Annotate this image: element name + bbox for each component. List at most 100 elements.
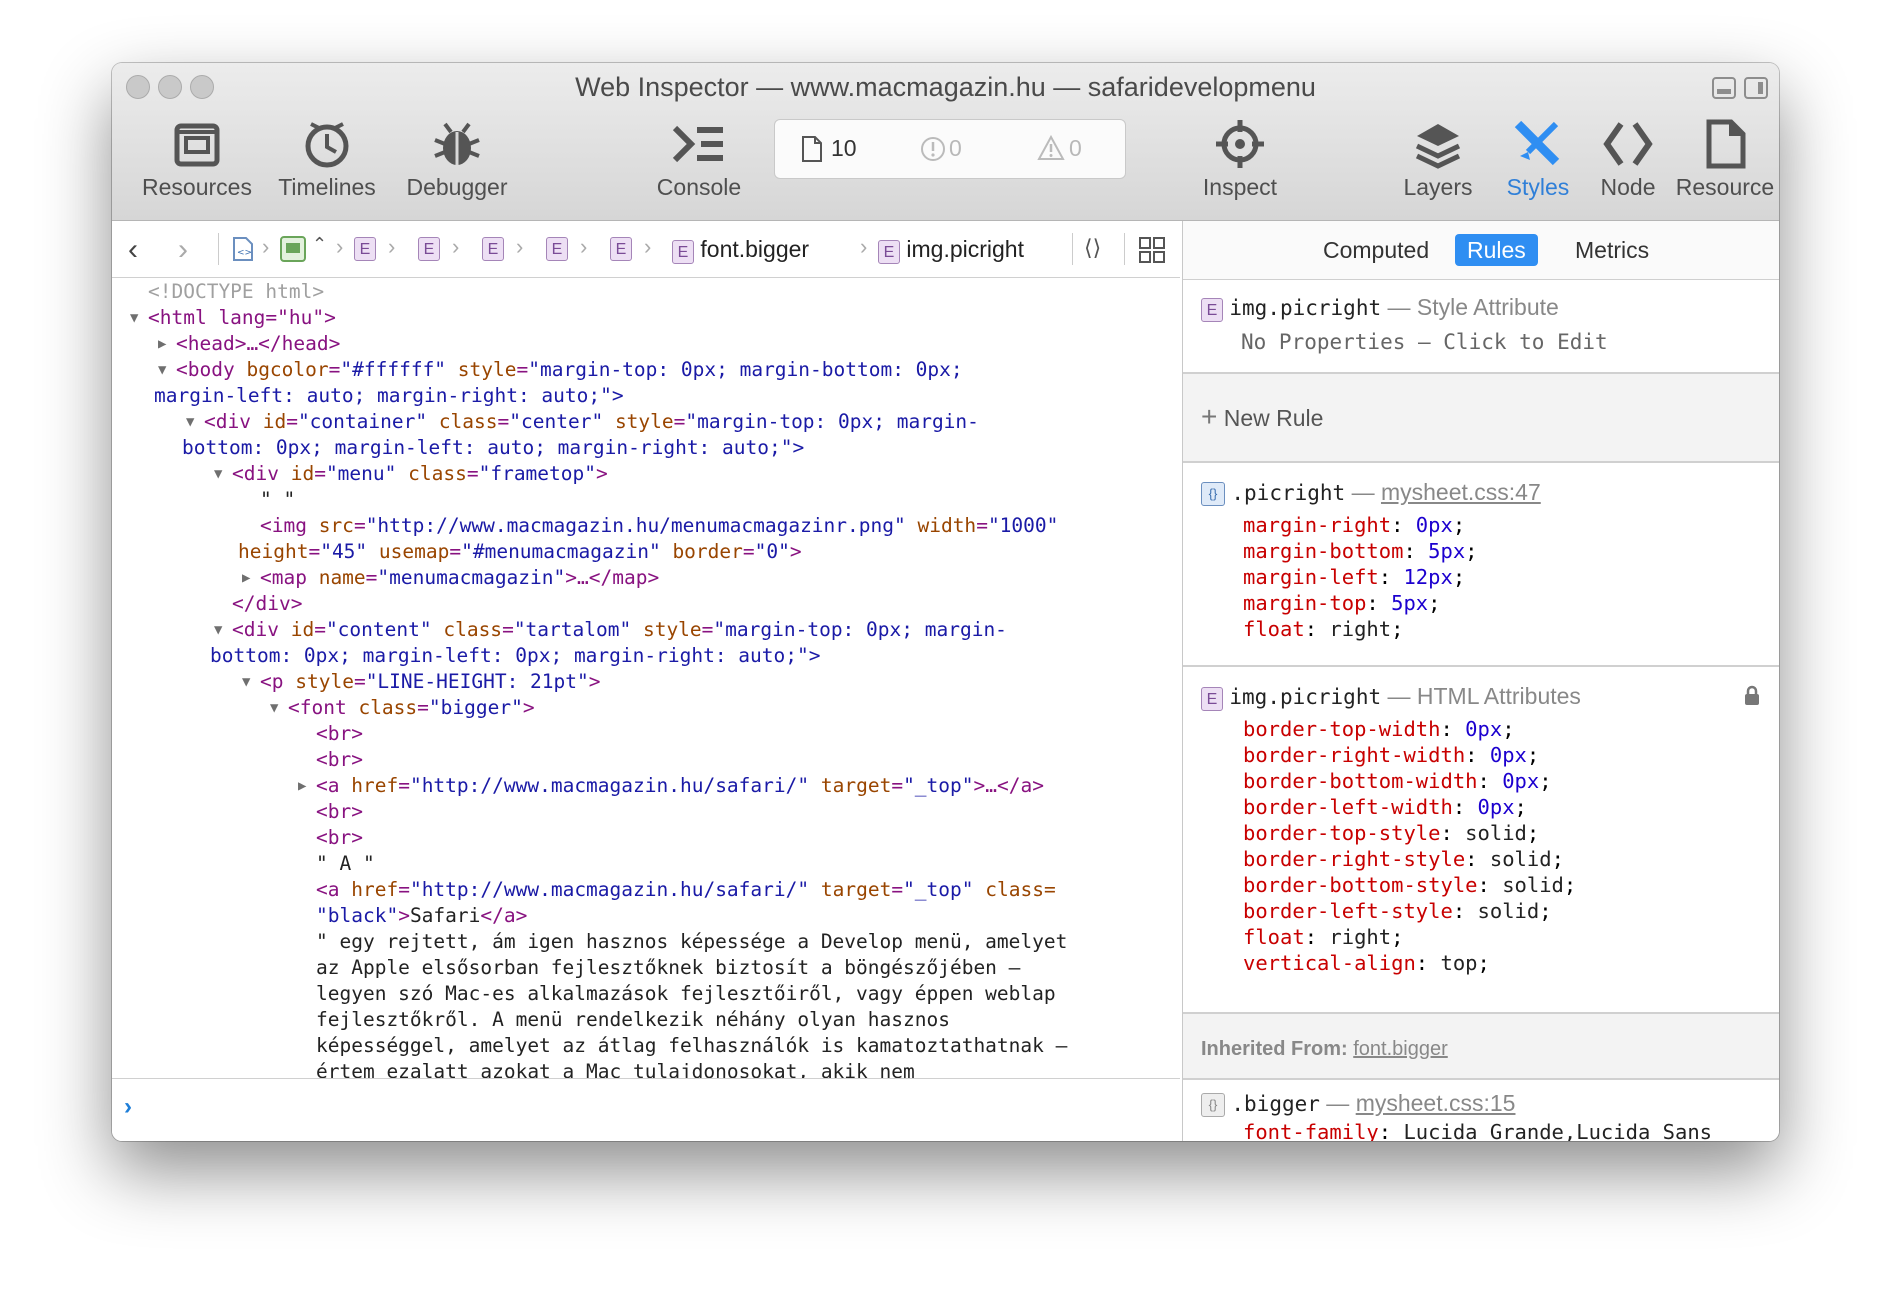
disclosure-open-icon[interactable]: ▼ <box>270 695 278 721</box>
debugger-tab-button[interactable]: Debugger <box>392 118 522 218</box>
breadcrumb-img-picright[interactable]: E img.picright <box>878 236 1024 264</box>
font-node[interactable]: <font class="bigger"> <box>288 695 535 721</box>
resources-label: Resources <box>142 174 252 200</box>
element-crumb-icon[interactable]: E <box>354 237 376 261</box>
css-property-name: vertical-align <box>1243 951 1416 975</box>
disclosure-closed-icon[interactable]: ▶ <box>242 565 250 591</box>
br-node[interactable]: <br> <box>316 721 363 747</box>
map-node[interactable]: <map name="menumacmagazin">…</map> <box>260 565 659 591</box>
disclosure-closed-icon[interactable]: ▶ <box>298 773 306 799</box>
code-brackets-icon <box>1603 122 1653 166</box>
dock-bottom-icon[interactable] <box>1712 77 1736 99</box>
text-node[interactable]: " " <box>260 487 295 513</box>
resources-count: 10 <box>831 135 857 161</box>
disclosure-open-icon[interactable]: ▼ <box>130 305 138 331</box>
css-property[interactable]: vertical-align: top; <box>1243 951 1490 975</box>
css-property[interactable]: float: right; <box>1243 617 1403 641</box>
styles-tab-button[interactable]: Styles <box>1490 118 1586 218</box>
css-property[interactable]: border-right-style: solid; <box>1243 847 1564 871</box>
layers-tab-button[interactable]: Layers <box>1388 118 1488 218</box>
br-node[interactable]: <br> <box>316 825 363 851</box>
a-node[interactable]: <a href="http://www.macmagazin.hu/safari… <box>316 773 1044 799</box>
element-crumb-icon[interactable]: E <box>610 237 632 261</box>
new-rule-button[interactable]: + New Rule <box>1201 401 1323 433</box>
disclosure-open-icon[interactable]: ▼ <box>214 617 222 643</box>
rule-selector: img.picright <box>1229 685 1382 709</box>
css-property-name: margin-top <box>1243 591 1367 615</box>
css-property[interactable]: border-bottom-width: 0px; <box>1243 769 1552 793</box>
p-node[interactable]: <p style="LINE-HEIGHT: 21pt"> <box>260 669 601 695</box>
disclosure-open-icon[interactable]: ▼ <box>214 461 222 487</box>
div-container-node[interactable]: <div id="container" class="center" style… <box>204 409 979 435</box>
disclosure-closed-icon[interactable]: ▶ <box>158 331 166 357</box>
css-property-name: border-right-style <box>1243 847 1466 871</box>
css-property[interactable]: border-left-style: solid; <box>1243 899 1552 923</box>
css-property[interactable]: margin-right: 0px; <box>1243 513 1465 537</box>
new-rule-section[interactable]: + New Rule <box>1183 374 1779 463</box>
div-content-cont: bottom: 0px; margin-left: 0px; margin-ri… <box>210 644 821 667</box>
inherited-from-link[interactable]: font.bigger <box>1353 1038 1448 1060</box>
tab-computed[interactable]: Computed <box>1311 234 1441 266</box>
forward-arrow-icon[interactable]: › <box>178 233 188 267</box>
div-menu-node[interactable]: <div id="menu" class="frametop"> <box>232 461 608 487</box>
rule-selector: img.picright <box>1229 296 1382 320</box>
dock-side-icon[interactable] <box>1744 77 1768 99</box>
document-node-icon[interactable]: <> <box>232 236 254 262</box>
tab-rules[interactable]: Rules <box>1455 234 1538 266</box>
css-property[interactable]: font-family: Lucida Grande,Lucida Sans <box>1243 1120 1712 1141</box>
css-property[interactable]: border-right-width: 0px; <box>1243 743 1539 767</box>
picright-rule[interactable]: {} .picright — mysheet.css:47 margin-rig… <box>1183 463 1779 667</box>
grid-layout-icon[interactable] <box>1138 236 1166 264</box>
disclosure-open-icon[interactable]: ▼ <box>186 409 194 435</box>
breadcrumb-font-bigger[interactable]: E font.bigger <box>672 236 809 264</box>
a-black-node[interactable]: <a href="http://www.macmagazin.hu/safari… <box>316 877 1056 903</box>
body-node[interactable]: <body bgcolor="#ffffff" style="margin-to… <box>176 357 963 383</box>
resource-tab-button[interactable]: Resource <box>1672 118 1778 218</box>
rule-source-link[interactable]: mysheet.css:15 <box>1356 1090 1516 1116</box>
div-close-node[interactable]: </div> <box>232 591 302 617</box>
head-node[interactable]: <head>…</head> <box>176 331 340 357</box>
element-crumb-icon[interactable]: E <box>418 237 440 261</box>
node-tab-button[interactable]: Node <box>1586 118 1670 218</box>
source-code-icon[interactable]: ⟨⟩ <box>1084 235 1101 261</box>
element-crumb-icon[interactable]: E <box>482 237 504 261</box>
element-icon: E <box>1201 687 1223 711</box>
html-attributes-rule[interactable]: E img.picright — HTML Attributes border-… <box>1183 667 1779 1014</box>
text-paragraph-line: az Apple elsősorban fejlesztőknek biztos… <box>316 956 1021 979</box>
css-property[interactable]: margin-top: 5px; <box>1243 591 1440 615</box>
doctype-node[interactable]: <!DOCTYPE html> <box>148 279 324 305</box>
text-node[interactable]: " A " <box>316 851 375 877</box>
no-properties-hint[interactable]: No Properties — Click to Edit <box>1241 330 1608 354</box>
inspect-button[interactable]: Inspect <box>1175 118 1305 218</box>
br-node[interactable]: <br> <box>316 747 363 773</box>
back-arrow-icon[interactable]: ‹ <box>128 233 138 267</box>
css-property[interactable]: margin-bottom: 5px; <box>1243 539 1478 563</box>
element-crumb-icon[interactable]: E <box>546 237 568 261</box>
resources-tab-button[interactable]: Resources <box>132 118 262 218</box>
frame-node-icon[interactable] <box>280 236 306 262</box>
div-content-node[interactable]: <div id="content" class="tartalom" style… <box>232 617 1007 643</box>
timelines-tab-button[interactable]: Timelines <box>262 118 392 218</box>
html-node[interactable]: <html lang="hu"> <box>148 305 336 331</box>
tab-metrics[interactable]: Metrics <box>1563 234 1661 266</box>
br-node[interactable]: <br> <box>316 799 363 825</box>
text-paragraph-line[interactable]: " egy rejtett, ám igen hasznos képessége… <box>316 929 1067 955</box>
disclosure-open-icon[interactable]: ▼ <box>242 669 250 695</box>
style-attribute-rule[interactable]: E img.picright — Style Attribute No Prop… <box>1183 280 1779 374</box>
css-property[interactable]: border-top-style: solid; <box>1243 821 1539 845</box>
css-property[interactable]: margin-left: 12px; <box>1243 565 1465 589</box>
rule-source-link[interactable]: mysheet.css:47 <box>1381 479 1541 505</box>
error-icon <box>921 137 945 161</box>
bigger-rule[interactable]: {} .bigger — mysheet.css:15 font-family:… <box>1183 1080 1779 1141</box>
chevron-updown-icon[interactable]: ⌃ <box>312 234 327 255</box>
css-property[interactable]: float: right; <box>1243 925 1403 949</box>
a-black-node-cont: "black">Safari</a> <box>316 904 528 927</box>
css-property[interactable]: border-top-width: 0px; <box>1243 717 1515 741</box>
css-property[interactable]: border-bottom-style: solid; <box>1243 873 1576 897</box>
css-property[interactable]: border-left-width: 0px; <box>1243 795 1527 819</box>
quick-console[interactable]: › <box>112 1078 1180 1141</box>
dashboard[interactable]: 10 0 0 <box>774 119 1126 179</box>
disclosure-open-icon[interactable]: ▼ <box>158 357 166 383</box>
console-tab-button[interactable]: Console <box>634 118 764 218</box>
img-node[interactable]: <img src="http://www.macmagazin.hu/menum… <box>260 513 1058 539</box>
